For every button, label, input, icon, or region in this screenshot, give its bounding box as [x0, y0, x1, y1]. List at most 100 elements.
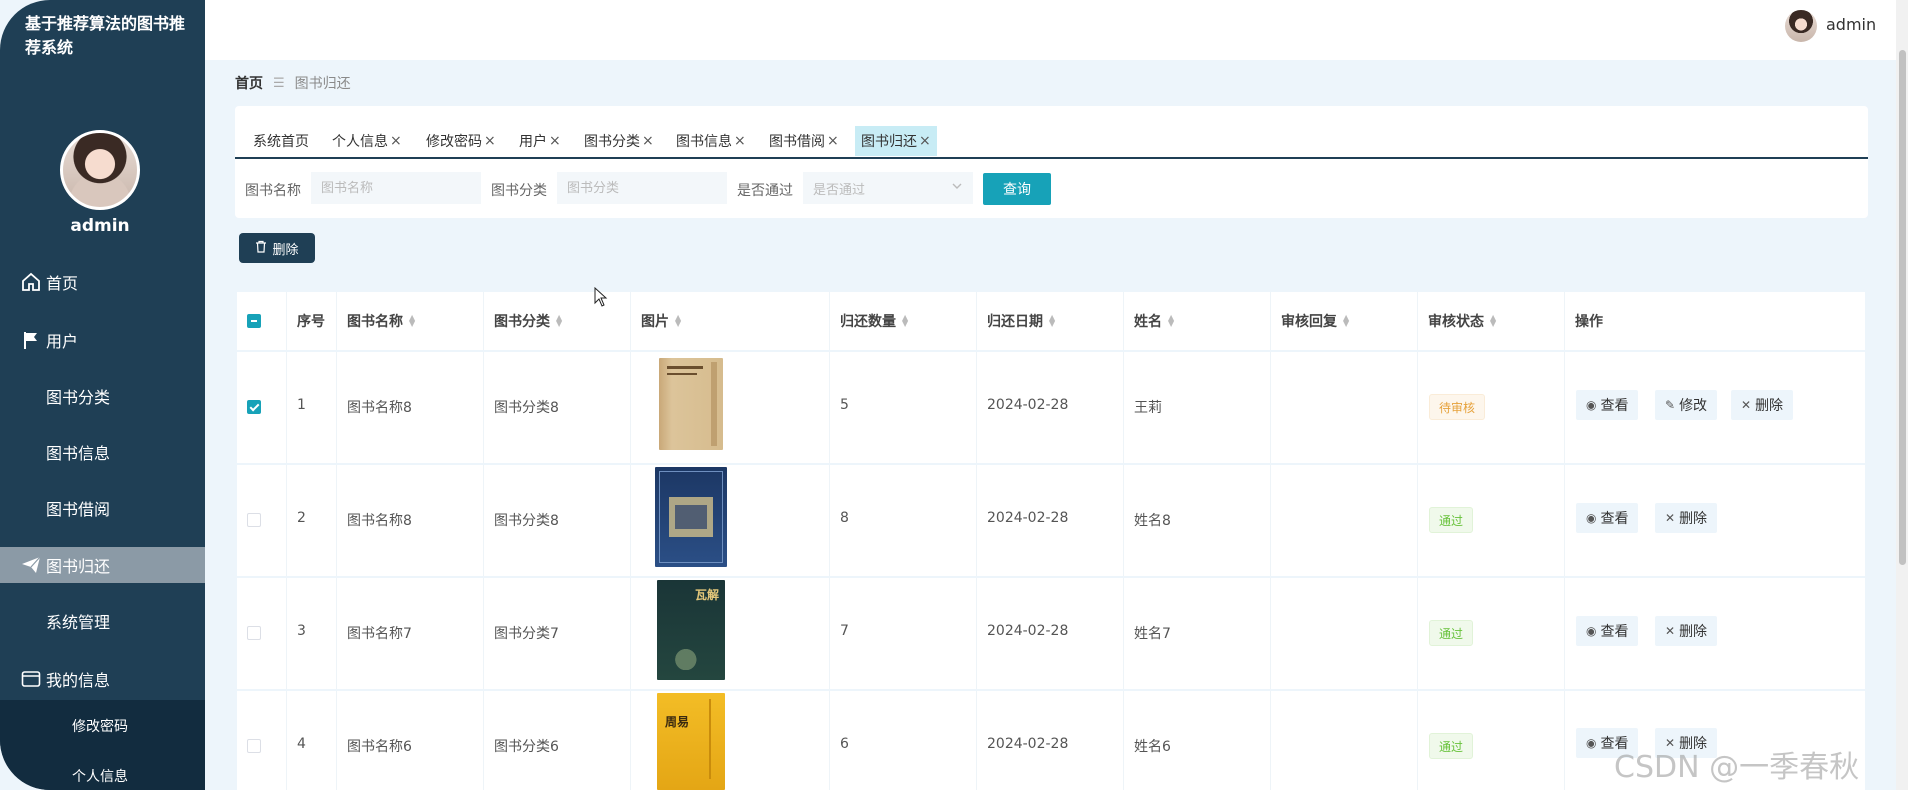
submenu-personal-info[interactable]: 个人信息 [0, 766, 200, 786]
sort-icon[interactable]: ▲ ▼ [556, 314, 562, 328]
row-category: 图书分类8 [494, 400, 559, 416]
sort-icon[interactable]: ▲ ▼ [1343, 314, 1349, 328]
sidebar-item-system[interactable]: 系统管理 [0, 603, 205, 639]
delete-button[interactable]: ✕ 删除 [1655, 616, 1718, 646]
tab-system-home[interactable]: 系统首页 [247, 126, 315, 156]
sidebar-item-label: 首页 [46, 274, 79, 293]
tab-book-category[interactable]: 图书分类 × [578, 126, 660, 156]
row-category: 图书分类7 [494, 626, 559, 642]
view-button[interactable]: ◉ 查看 [1576, 616, 1639, 646]
sort-icon[interactable]: ▲ ▼ [1490, 314, 1496, 328]
row-divider [237, 576, 1865, 578]
scrollbar-thumb[interactable] [1899, 50, 1906, 565]
close-icon[interactable]: × [827, 133, 839, 149]
close-icon[interactable]: × [484, 133, 496, 149]
row-divider [237, 350, 1865, 352]
approved-select[interactable]: 是否通过 [803, 172, 973, 204]
sort-icon[interactable]: ▲ ▼ [902, 314, 908, 328]
tab-label: 图书借阅 [769, 134, 825, 150]
view-button[interactable]: ◉ 查看 [1576, 390, 1639, 420]
header-label: 操作 [1575, 314, 1603, 330]
header-label: 审核回复 [1281, 314, 1337, 330]
header-category[interactable]: 图书分类 ▲ ▼ [494, 292, 562, 350]
book-cover-image[interactable]: 瓦解 [657, 580, 725, 680]
header-status[interactable]: 审核状态 ▲ ▼ [1428, 292, 1496, 350]
approved-select-placeholder: 是否通过 [813, 182, 866, 198]
row-checkbox[interactable] [247, 739, 261, 753]
delete-button[interactable]: ✕ 删除 [1731, 390, 1794, 420]
book-cover-image[interactable] [659, 358, 723, 450]
header-book-name[interactable]: 图书名称 ▲ ▼ [347, 292, 415, 350]
row-book-name: 图书名称8 [347, 400, 412, 416]
sort-icon[interactable]: ▲ ▼ [409, 314, 415, 328]
header-date[interactable]: 归还日期 ▲ ▼ [987, 292, 1055, 350]
header-image[interactable]: 图片 ▲ ▼ [641, 292, 681, 350]
close-icon[interactable]: × [919, 133, 931, 149]
close-icon[interactable]: × [642, 133, 654, 149]
status-badge: 通过 [1429, 733, 1474, 759]
query-button[interactable]: 查询 [983, 173, 1051, 205]
book-cover-image[interactable] [655, 467, 727, 567]
book-cover-image[interactable]: 周易 [657, 693, 725, 790]
watermark: CSDN @一季春秋 [1614, 750, 1860, 785]
sidebar-item-book-return[interactable]: 图书归还 [0, 547, 205, 583]
home-icon [20, 271, 42, 293]
select-all-checkbox[interactable] [247, 314, 261, 328]
approved-label: 是否通过 [737, 183, 793, 199]
tab-book-info[interactable]: 图书信息 × [670, 126, 752, 156]
row-checkbox[interactable] [247, 513, 261, 527]
return-table [237, 292, 1865, 790]
avatar[interactable] [60, 130, 140, 210]
row-checkbox[interactable] [247, 626, 261, 640]
tab-book-borrow[interactable]: 图书借阅 × [763, 126, 845, 156]
submenu-change-password[interactable]: 修改密码 [0, 716, 200, 736]
edit-button[interactable]: ✎ 修改 [1655, 390, 1718, 420]
book-name-input[interactable] [311, 172, 481, 204]
row-checkbox[interactable] [247, 400, 261, 414]
top-bar [205, 0, 1908, 60]
tab-change-password[interactable]: 修改密码 × [420, 126, 502, 156]
tab-users[interactable]: 用户 × [513, 126, 567, 156]
column-divider [1123, 292, 1124, 790]
header-quantity[interactable]: 归还数量 ▲ ▼ [840, 292, 908, 350]
grid-icon [20, 385, 42, 407]
tab-book-return[interactable]: 图书归还 × [855, 126, 937, 156]
sidebar-item-users[interactable]: 用户 [0, 322, 205, 358]
close-icon[interactable]: × [390, 133, 402, 149]
header-reply[interactable]: 审核回复 ▲ ▼ [1281, 292, 1349, 350]
sidebar: 基于推荐算法的图书推荐系统 admin 首页 用户 图书分类 图书信息 图书借阅… [0, 0, 205, 790]
view-button[interactable]: ◉ 查看 [1576, 503, 1639, 533]
top-username[interactable]: admin [1826, 15, 1876, 34]
sidebar-item-book-category[interactable]: 图书分类 [0, 378, 205, 414]
header-label: 审核状态 [1428, 314, 1484, 330]
sidebar-item-label: 系统管理 [46, 613, 111, 632]
sort-icon[interactable]: ▲ ▼ [675, 314, 681, 328]
sort-icon[interactable]: ▲ ▼ [1049, 314, 1055, 328]
close-icon[interactable]: × [549, 133, 561, 149]
status-badge: 待审核 [1429, 394, 1486, 420]
tab-personal-info[interactable]: 个人信息 × [326, 126, 408, 156]
row-quantity: 6 [840, 736, 849, 752]
book-cover-title: 周易 [665, 715, 690, 729]
header-person[interactable]: 姓名 ▲ ▼ [1134, 292, 1174, 350]
category-label: 图书分类 [491, 183, 547, 199]
sidebar-item-book-borrow[interactable]: 图书借阅 [0, 490, 205, 526]
close-icon[interactable]: × [734, 133, 746, 149]
breadcrumb-current: 图书归还 [294, 76, 351, 92]
header-label: 归还日期 [987, 314, 1043, 330]
top-avatar[interactable] [1785, 10, 1817, 42]
delete-button[interactable]: ✕ 删除 [1655, 503, 1718, 533]
sidebar-item-home[interactable]: 首页 [0, 264, 205, 300]
sidebar-item-my-info[interactable]: 我的信息 [0, 661, 205, 697]
column-divider [1417, 292, 1418, 790]
row-date: 2024-02-28 [987, 397, 1069, 413]
category-input[interactable] [557, 172, 727, 204]
view-label: 查看 [1600, 511, 1629, 527]
tab-label: 系统首页 [253, 134, 309, 150]
sidebar-item-book-info[interactable]: 图书信息 [0, 434, 205, 470]
batch-delete-button[interactable]: 删除 [239, 233, 315, 263]
breadcrumb-home[interactable]: 首页 [235, 73, 263, 93]
row-book-name: 图书名称8 [347, 513, 412, 529]
sort-icon[interactable]: ▲ ▼ [1168, 314, 1174, 328]
eye-icon: ◉ [1586, 736, 1597, 750]
